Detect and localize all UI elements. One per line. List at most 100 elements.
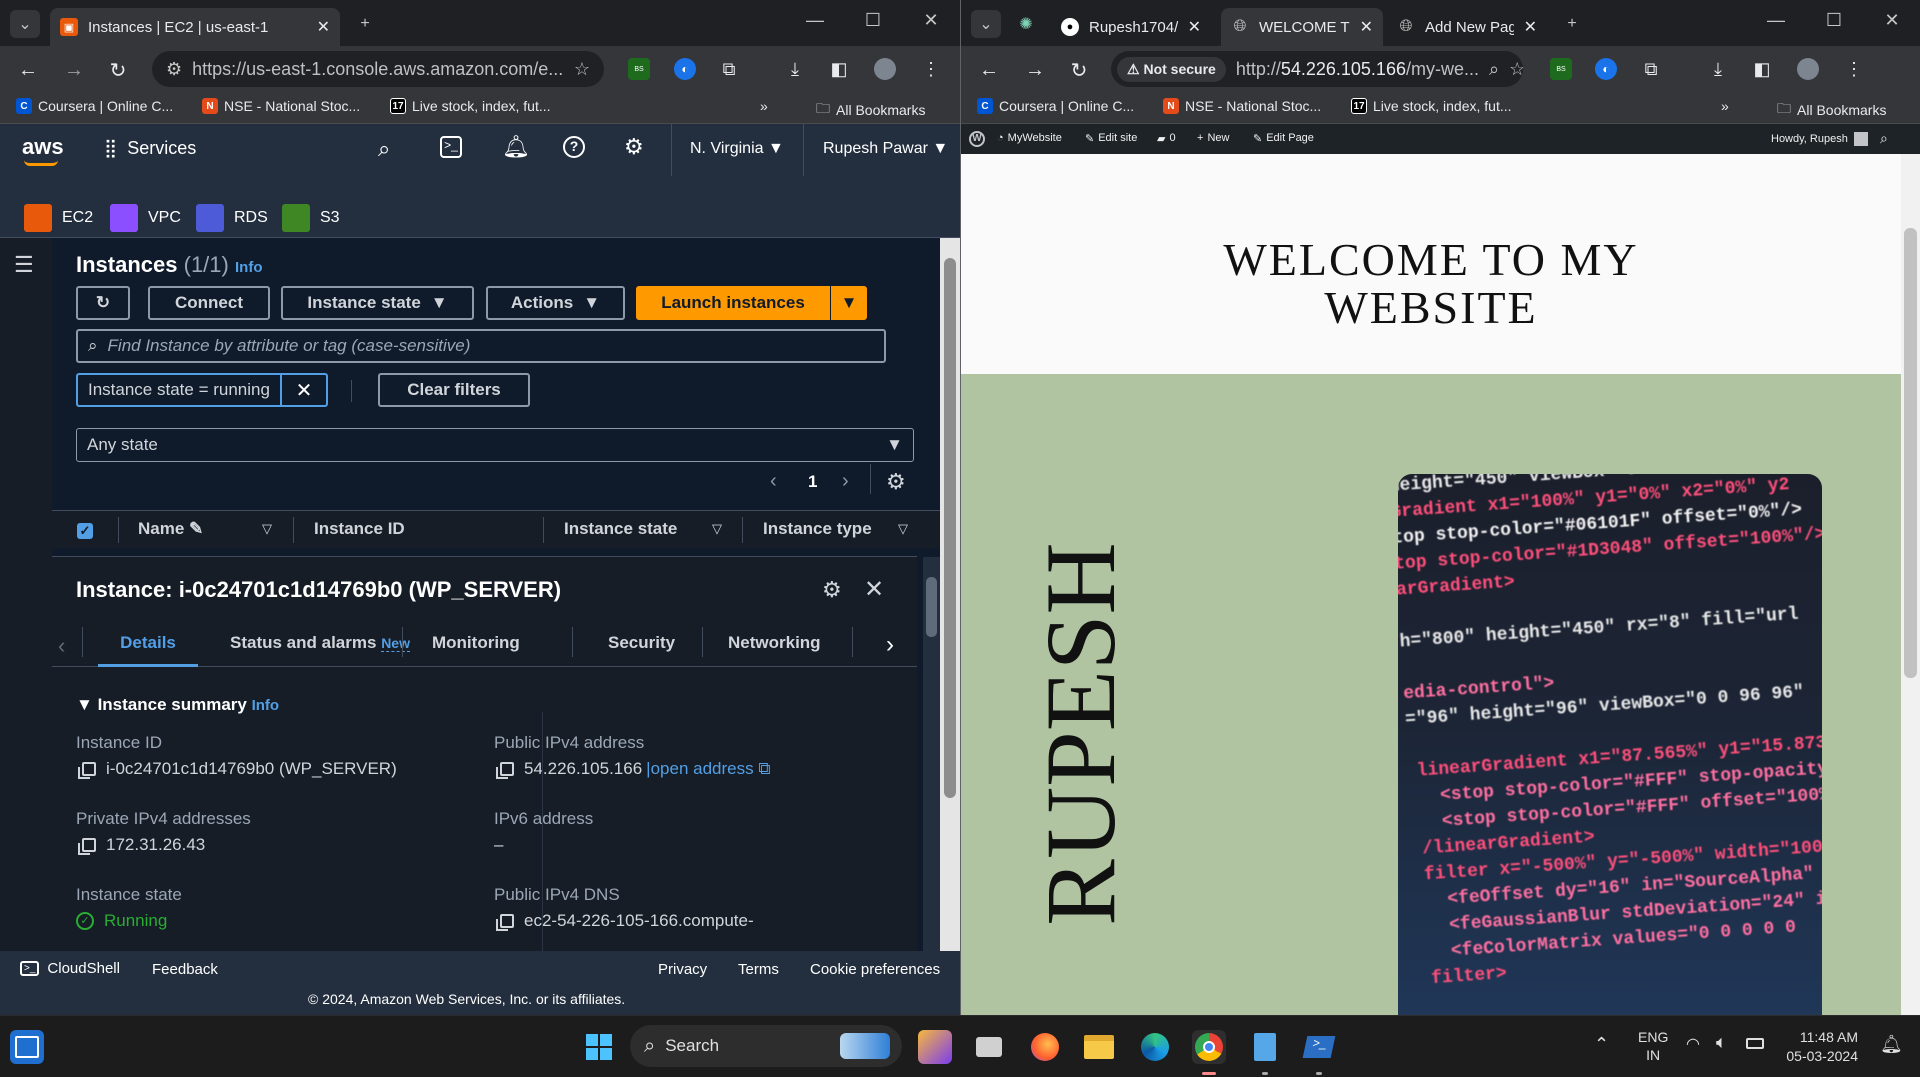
taskbar-search[interactable]: ⌕ Search bbox=[630, 1025, 902, 1067]
cloudshell-icon[interactable]: >_ bbox=[440, 136, 462, 158]
copy-icon[interactable] bbox=[496, 914, 514, 931]
launch-instances-button[interactable]: Launch instances bbox=[636, 286, 830, 320]
profile-avatar[interactable] bbox=[874, 58, 896, 80]
notification-bell-icon[interactable]: 🔔︎ bbox=[1880, 1034, 1903, 1055]
forward-icon[interactable]: → bbox=[60, 56, 88, 84]
copy-icon[interactable] bbox=[496, 762, 514, 779]
cloudshell-link[interactable]: >_ CloudShell bbox=[20, 960, 120, 977]
page-number[interactable]: 1 bbox=[808, 472, 817, 492]
star-icon[interactable]: ☆ bbox=[1509, 59, 1523, 80]
side-panel-icon[interactable]: ◧ bbox=[1751, 58, 1773, 80]
chatgpt-pinned-tab-icon[interactable]: ✺ bbox=[1011, 10, 1041, 38]
menu-icon[interactable]: ⋮ bbox=[1843, 58, 1865, 80]
reload-icon[interactable]: ↻ bbox=[1065, 56, 1093, 84]
fav-ec2[interactable]: EC2 bbox=[24, 204, 93, 232]
firefox-icon[interactable] bbox=[1028, 1030, 1062, 1064]
feedback-link[interactable]: Feedback bbox=[152, 961, 218, 978]
extensions-puzzle-icon[interactable]: ⧉ bbox=[718, 58, 740, 80]
fav-rds[interactable]: RDS bbox=[196, 204, 268, 232]
hamburger-menu-icon[interactable]: ☰ bbox=[14, 252, 34, 278]
column-instance-type[interactable]: Instance type bbox=[763, 519, 872, 539]
wp-comments-link[interactable]: ▰ 0 bbox=[1157, 132, 1176, 145]
new-tab-button[interactable]: + bbox=[1557, 10, 1587, 38]
refresh-button[interactable]: ↻ bbox=[76, 286, 130, 320]
volume-icon[interactable]: 🔈︎ bbox=[1716, 1032, 1727, 1053]
star-icon[interactable]: ☆ bbox=[574, 59, 590, 80]
wp-search-icon[interactable]: ⌕ bbox=[1880, 130, 1888, 147]
close-window-icon[interactable]: ✕ bbox=[1877, 10, 1907, 31]
table-preferences-gear-icon[interactable]: ⚙ bbox=[886, 469, 906, 495]
side-panel-icon[interactable]: ◧ bbox=[828, 58, 850, 80]
bookmark-coursera[interactable]: C Coursera | Online C... bbox=[16, 98, 173, 114]
maximize-icon[interactable]: ☐ bbox=[858, 10, 888, 31]
file-explorer-icon[interactable] bbox=[1082, 1030, 1116, 1064]
wordpress-logo-icon[interactable]: W bbox=[969, 131, 985, 147]
edge-icon[interactable] bbox=[1138, 1030, 1172, 1064]
bookmark-nse[interactable]: N NSE - National Stoc... bbox=[1163, 98, 1321, 114]
column-name[interactable]: Name ✎ bbox=[138, 519, 203, 539]
profile-avatar[interactable] bbox=[1797, 58, 1819, 80]
bookmark-tradingview[interactable]: 17 Live stock, index, fut... bbox=[390, 98, 551, 114]
close-tab-icon[interactable]: ✕ bbox=[1188, 17, 1201, 37]
prev-page-icon[interactable]: ‹ bbox=[770, 470, 777, 493]
website-scrollbar[interactable] bbox=[1901, 154, 1920, 1015]
page-scrollbar[interactable] bbox=[940, 238, 960, 951]
widgets-icon[interactable] bbox=[10, 1030, 44, 1064]
zoom-search-icon[interactable]: ⌕ bbox=[1489, 59, 1499, 80]
forward-icon[interactable]: → bbox=[1021, 56, 1049, 84]
task-view-icon[interactable] bbox=[972, 1030, 1006, 1064]
bulk-send-extension-icon[interactable]: BS bbox=[1550, 58, 1572, 80]
help-icon[interactable]: ? bbox=[563, 136, 585, 158]
fav-vpc[interactable]: VPC bbox=[110, 204, 181, 232]
fav-s3[interactable]: S3 bbox=[282, 204, 340, 232]
chrome-icon[interactable] bbox=[1192, 1030, 1226, 1064]
wp-account-menu[interactable]: Howdy, Rupesh bbox=[1771, 132, 1868, 146]
info-link[interactable]: Info bbox=[235, 259, 263, 276]
wp-edit-site-link[interactable]: ✎ Edit site bbox=[1085, 132, 1137, 145]
tab-security[interactable]: Security bbox=[608, 633, 675, 653]
tabs-right-icon[interactable]: › bbox=[886, 631, 894, 659]
address-bar[interactable]: ⚠ Not secure http://54.226.105.166/my-we… bbox=[1111, 51, 1523, 87]
download-icon[interactable]: ⤓ bbox=[784, 58, 806, 80]
bookmark-nse[interactable]: N NSE - National Stoc... bbox=[202, 98, 360, 114]
language-indicator[interactable]: ENG IN bbox=[1638, 1028, 1668, 1064]
clear-filters-button[interactable]: Clear filters bbox=[378, 373, 530, 407]
close-window-icon[interactable]: ✕ bbox=[916, 10, 946, 31]
more-bookmarks-icon[interactable]: » bbox=[760, 98, 768, 114]
reload-icon[interactable]: ↻ bbox=[104, 56, 132, 84]
bell-icon[interactable]: 🔔︎ bbox=[502, 134, 530, 160]
instance-summary-header[interactable]: ▼ Instance summary Info bbox=[76, 695, 279, 715]
close-detail-icon[interactable]: ✕ bbox=[864, 575, 884, 604]
tab-github[interactable]: ● Rupesh1704/Te ✕ bbox=[1051, 8, 1211, 46]
back-icon[interactable]: ← bbox=[975, 56, 1003, 84]
more-bookmarks-icon[interactable]: » bbox=[1721, 98, 1729, 114]
extensions-puzzle-icon[interactable]: ⧉ bbox=[1640, 58, 1662, 80]
open-address-link[interactable]: |open address ⧉ bbox=[646, 759, 770, 779]
wp-new-link[interactable]: + New bbox=[1197, 132, 1229, 144]
instance-state-button[interactable]: Instance state ▼ bbox=[281, 286, 474, 320]
connect-button[interactable]: Connect bbox=[148, 286, 270, 320]
next-page-icon[interactable]: › bbox=[842, 470, 849, 493]
copilot-icon[interactable] bbox=[918, 1030, 952, 1064]
copy-icon[interactable] bbox=[78, 762, 96, 779]
tab-welcome[interactable]: 🌐︎ WELCOME TO M ✕ bbox=[1221, 8, 1383, 46]
region-selector[interactable]: N. Virginia ▼ bbox=[690, 140, 784, 158]
bookmark-tradingview[interactable]: 17 Live stock, index, fut... bbox=[1351, 98, 1512, 114]
extension-icon[interactable]: ◐ bbox=[674, 58, 696, 80]
sort-icon[interactable]: ▽ bbox=[712, 521, 722, 537]
battery-icon[interactable] bbox=[1746, 1038, 1764, 1049]
terms-link[interactable]: Terms bbox=[738, 961, 779, 978]
notepad-icon[interactable] bbox=[1248, 1030, 1282, 1064]
tab-search-button[interactable]: ⌄ bbox=[971, 10, 1001, 38]
cookie-preferences-link[interactable]: Cookie preferences bbox=[810, 961, 940, 978]
select-all-checkbox[interactable]: ✓ bbox=[77, 523, 93, 539]
tab-status-alarms[interactable]: Status and alarms New bbox=[230, 633, 410, 653]
close-tab-icon[interactable]: ✕ bbox=[1524, 17, 1537, 37]
launch-dropdown-button[interactable]: ▼ bbox=[831, 286, 867, 320]
account-menu[interactable]: Rupesh Pawar ▼ bbox=[823, 140, 948, 158]
tab-details[interactable]: Details bbox=[98, 621, 198, 667]
not-secure-chip[interactable]: ⚠ Not secure bbox=[1117, 56, 1226, 82]
extension-icon[interactable]: ◐ bbox=[1595, 58, 1617, 80]
tab-ec2[interactable]: ▣ Instances | EC2 | us-east-1 ✕ bbox=[50, 8, 340, 46]
search-icon[interactable]: ⌕ bbox=[378, 136, 390, 162]
